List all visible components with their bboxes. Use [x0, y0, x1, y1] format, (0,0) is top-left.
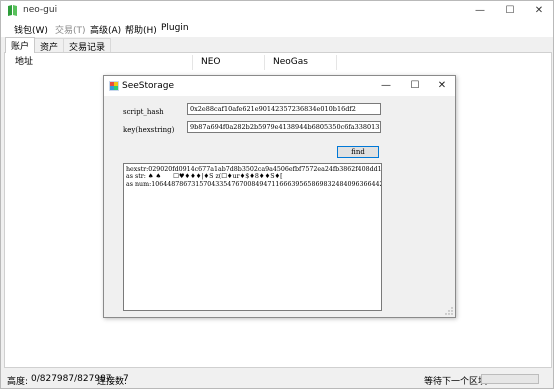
- tab-strip: 账户 资产 交易记录: [1, 37, 553, 53]
- dialog-app-icon: [109, 81, 119, 91]
- minimize-button[interactable]: —: [466, 1, 494, 20]
- script-hash-label: script_hash: [123, 108, 164, 116]
- connections-value: 7: [123, 374, 129, 384]
- tab-transactions[interactable]: 交易记录: [63, 38, 112, 53]
- result-hexstr-line: hexstr:029020fd0914c677a1ab7d8b3502ca9a4…: [126, 166, 382, 173]
- menu-help[interactable]: 帮助(H): [125, 23, 157, 36]
- result-str-line: as str: ♠ ♠ ☐♥♦♦♦|♦S z(☐♦ur♦$♦8♦♦S♦[: [126, 173, 283, 181]
- see-storage-dialog: SeeStorage — ☐ ✕ script_hash 0x2e88caf10…: [103, 75, 456, 318]
- script-hash-input[interactable]: 0x2e88caf10afe621e90142357236834e010b16d…: [187, 103, 381, 115]
- menu-plugin[interactable]: Plugin: [161, 23, 189, 33]
- status-bar: 高度: 0/827987/827987 连接数: 7 等待下一个区块:: [1, 371, 553, 388]
- menu-bar: 钱包(W) 交易(T) 高级(A) 帮助(H) Plugin: [1, 20, 553, 37]
- dialog-title-bar[interactable]: SeeStorage — ☐ ✕: [104, 76, 455, 96]
- find-button[interactable]: find: [337, 146, 379, 158]
- maximize-button[interactable]: ☐: [496, 1, 524, 20]
- column-header-address[interactable]: 地址: [7, 55, 193, 70]
- dialog-maximize-button[interactable]: ☐: [401, 77, 429, 95]
- menu-wallet[interactable]: 钱包(W): [14, 23, 48, 36]
- menu-transaction[interactable]: 交易(T): [55, 23, 86, 36]
- result-num-line: as num:106448786731570433547670084947116…: [126, 180, 382, 188]
- result-textbox[interactable]: hexstr:029020fd0914c677a1ab7d8b3502ca9a4…: [123, 163, 382, 311]
- column-header-neo[interactable]: NEO: [193, 55, 265, 70]
- dialog-title: SeeStorage: [122, 81, 175, 91]
- resize-grip-icon[interactable]: [445, 307, 453, 315]
- neo-logo-icon: [8, 5, 17, 16]
- close-button[interactable]: ✕: [525, 1, 553, 20]
- title-bar[interactable]: neo-gui — ☐ ✕: [1, 1, 553, 20]
- key-input[interactable]: 9b87a694f0a282b2b5979e4138944b6805350c6f…: [187, 121, 381, 133]
- key-label: key(hexstring): [123, 126, 175, 134]
- dialog-close-button[interactable]: ✕: [428, 77, 456, 95]
- menu-advanced[interactable]: 高级(A): [90, 23, 121, 36]
- tab-accounts[interactable]: 账户: [5, 37, 36, 53]
- dialog-minimize-button[interactable]: —: [372, 77, 400, 95]
- column-header-neogas[interactable]: NeoGas: [265, 55, 337, 70]
- next-block-progress: [481, 374, 539, 384]
- app-title: neo-gui: [23, 5, 58, 15]
- tab-assets[interactable]: 资产: [34, 38, 65, 53]
- height-label: 高度:: [7, 377, 29, 387]
